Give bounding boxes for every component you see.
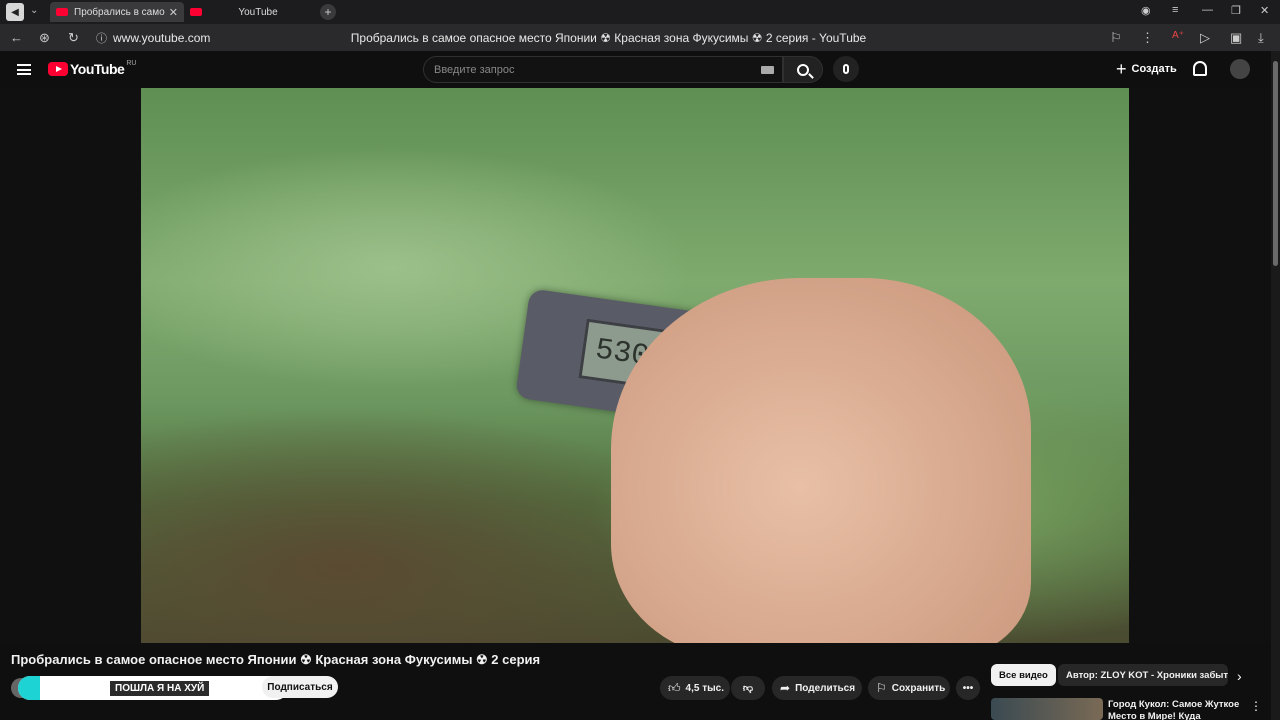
- youtube-play-icon: [48, 62, 68, 76]
- overlay-accent: [18, 676, 40, 700]
- bookmark-icon[interactable]: ⚐: [1110, 30, 1122, 46]
- avatar[interactable]: [1230, 59, 1250, 79]
- more-vert-icon[interactable]: ⋮: [1141, 30, 1154, 46]
- share-button[interactable]: ➦ Поделиться: [772, 676, 862, 700]
- logo-text: YouTube: [70, 61, 125, 77]
- plus-icon: +: [1116, 58, 1127, 79]
- minimize-icon[interactable]: —: [1202, 4, 1213, 16]
- page-title: Пробрались в самое опасное место Японии …: [350, 31, 867, 45]
- video-player[interactable]: 530: [141, 88, 1129, 643]
- address-bar: ← ⊛ ↻ ⓘ www.youtube.com Пробрались в сам…: [0, 24, 1280, 51]
- chevron-right-icon[interactable]: ›: [1237, 668, 1242, 684]
- search-button[interactable]: [783, 56, 823, 83]
- like-count: 4,5 тыс.: [685, 682, 725, 694]
- more-actions-button[interactable]: •••: [956, 676, 980, 700]
- thumbs-down-icon: 👎︎: [742, 683, 754, 694]
- thumbs-up-icon: 👍︎: [668, 680, 681, 695]
- overlay-banner: ПОШЛА Я НА ХУЙ: [18, 676, 288, 700]
- save-label: Сохранить: [891, 682, 946, 694]
- speaker-icon[interactable]: ◀: [6, 3, 24, 21]
- like-button[interactable]: 👍︎ 4,5 тыс.: [660, 676, 730, 700]
- hamburger-menu-icon[interactable]: [17, 64, 31, 75]
- chip-author[interactable]: Автор: ZLOY KOT - Хроники забытого: [1058, 664, 1228, 686]
- media-icon[interactable]: ▷: [1200, 30, 1210, 46]
- microphone-icon: [843, 64, 849, 74]
- browser-tab-bar: ◀ ⌄ Пробрались в самое опасное место Япо…: [0, 0, 1280, 24]
- new-tab-icon[interactable]: +: [320, 4, 336, 20]
- extensions-icon[interactable]: ▣: [1230, 30, 1242, 46]
- create-label: Создать: [1131, 63, 1177, 75]
- menu-icon[interactable]: ≡: [1172, 4, 1178, 16]
- youtube-favicon-icon: [56, 8, 68, 16]
- region-code: RU: [126, 59, 137, 67]
- player-left-bezel: [0, 88, 141, 643]
- tab-title: YouTube: [238, 6, 278, 18]
- share-icon: ➦: [780, 681, 791, 695]
- window-close-icon[interactable]: ✕: [1260, 4, 1269, 17]
- browser-tab-active[interactable]: Пробрались в самое опасное место Японии …: [50, 2, 184, 22]
- search-input[interactable]: [434, 57, 734, 82]
- youtube-logo[interactable]: YouTube RU: [48, 59, 137, 77]
- translate-icon[interactable]: A⁺: [1172, 30, 1184, 41]
- page-scrollbar[interactable]: [1271, 51, 1280, 720]
- youtube-header: YouTube RU + Создать: [0, 51, 1280, 88]
- notifications-bell-icon[interactable]: [1193, 61, 1207, 76]
- subscribe-button[interactable]: Подписаться: [262, 676, 338, 698]
- create-button[interactable]: + Создать: [1110, 57, 1183, 81]
- tab-title: Пробрались в самое опасное место Японии: [74, 6, 165, 18]
- video-title: Пробрались в самое опасное место Японии …: [11, 652, 541, 667]
- more-vert-icon[interactable]: ⋮: [1250, 699, 1262, 713]
- chevron-down-icon[interactable]: ⌄: [30, 5, 38, 16]
- restore-icon[interactable]: ❐: [1231, 4, 1241, 17]
- scrollbar-thumb[interactable]: [1273, 61, 1278, 266]
- download-icon[interactable]: ⤓: [1258, 30, 1264, 46]
- more-horiz-icon: •••: [962, 682, 974, 694]
- close-icon[interactable]: ✕: [169, 6, 178, 19]
- search-box: [423, 56, 783, 83]
- chip-all-videos[interactable]: Все видео: [991, 664, 1056, 686]
- player-right-bezel: [1129, 88, 1271, 643]
- search-icon: [797, 63, 809, 76]
- bookmark-icon: ⚐: [876, 681, 887, 695]
- profile-icon[interactable]: ◉: [1141, 4, 1151, 17]
- youtube-favicon-icon: [190, 8, 202, 16]
- share-label: Поделиться: [795, 682, 856, 694]
- save-button[interactable]: ⚐ Сохранить: [868, 676, 950, 700]
- keyboard-icon[interactable]: [761, 66, 774, 74]
- dislike-button[interactable]: 👎︎: [731, 676, 765, 700]
- recommendation-title[interactable]: Город Кукол: Самое Жуткое Место в Мире! …: [1108, 699, 1240, 720]
- browser-tab[interactable]: YouTube: [184, 2, 314, 22]
- recommendation-thumbnail[interactable]: [991, 698, 1103, 720]
- overlay-badge: ПОШЛА Я НА ХУЙ: [110, 680, 210, 696]
- voice-search-button[interactable]: [833, 56, 859, 82]
- hand: [611, 278, 1031, 643]
